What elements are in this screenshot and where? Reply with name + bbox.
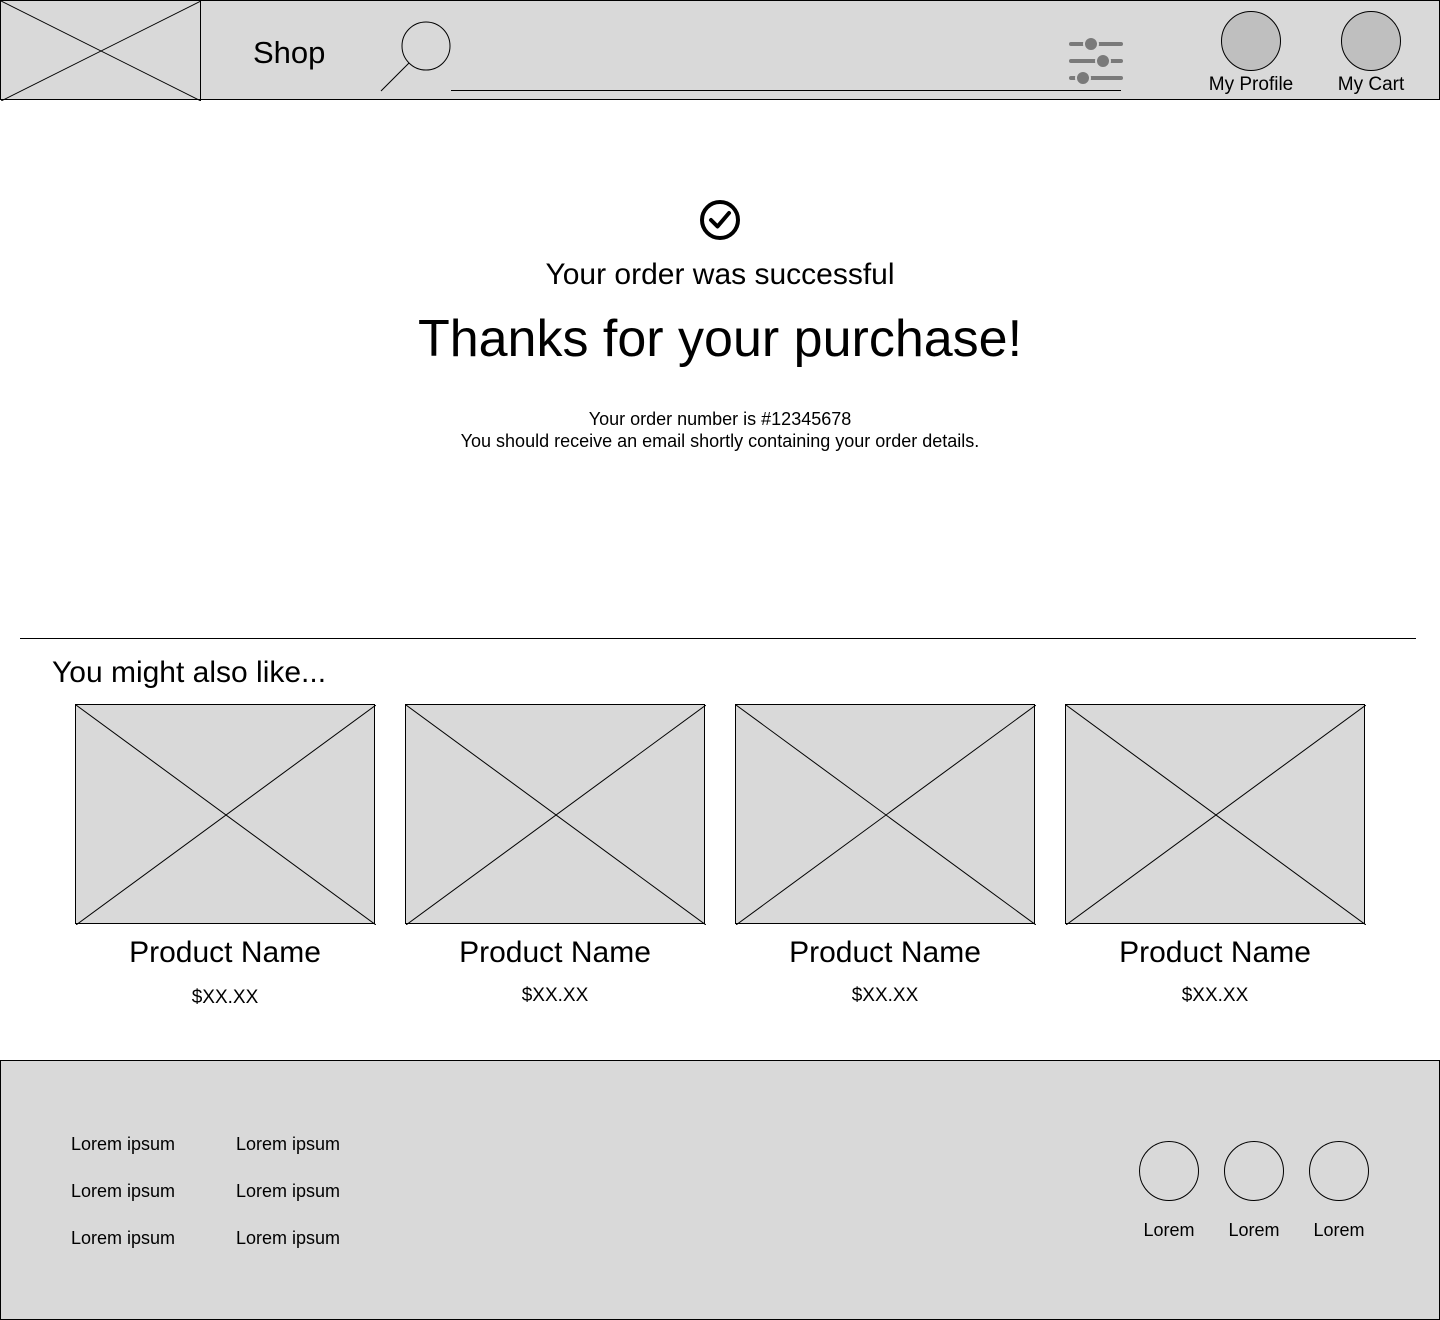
order-success-text: Your order was successful [545,258,895,291]
product-image-placeholder[interactable] [1065,704,1366,925]
product-image-placeholder[interactable] [405,704,706,925]
footer-link[interactable]: Lorem ipsum [236,1133,340,1155]
social-label: Lorem [1313,1220,1365,1240]
product-price: $XX.XX [851,985,919,1006]
product-image-placeholder[interactable] [735,704,1036,925]
social-link[interactable]: Lorem [1214,1141,1294,1251]
image-placeholder-icon [1,1,201,101]
cart-avatar [1341,11,1401,71]
footer-link[interactable]: Lorem ipsum [71,1133,175,1155]
product-card[interactable]: Product Name $XX.XX [75,704,376,1014]
footer-link[interactable]: Lorem ipsum [236,1227,340,1249]
image-placeholder-icon [406,705,706,925]
email-notice-text: You should receive an email shortly cont… [460,431,980,451]
image-placeholder-icon [736,705,1036,925]
footer-link[interactable]: Lorem ipsum [71,1180,175,1202]
check-circle-icon [698,198,742,242]
footer: Lorem ipsum Lorem ipsum Lorem ipsum Lore… [0,1060,1440,1320]
my-cart-label: My Cart [1337,74,1405,95]
social-icon [1139,1141,1199,1201]
product-name[interactable]: Product Name [75,934,375,972]
social-label: Lorem [1228,1220,1280,1240]
search-input[interactable] [451,41,1121,91]
image-placeholder-icon [1066,705,1366,925]
product-name[interactable]: Product Name [735,934,1035,972]
product-card[interactable]: Product Name $XX.XX [405,704,706,1014]
my-profile-label: My Profile [1208,74,1294,95]
product-name[interactable]: Product Name [405,934,705,972]
my-profile-button[interactable]: My Profile [1201,11,1301,99]
shop-title[interactable]: Shop [253,35,325,71]
product-card[interactable]: Product Name $XX.XX [735,704,1036,1014]
search-icon[interactable] [379,19,453,93]
social-link[interactable]: Lorem [1129,1141,1209,1251]
footer-link[interactable]: Lorem ipsum [236,1180,340,1202]
product-price: $XX.XX [1181,985,1249,1006]
footer-link[interactable]: Lorem ipsum [71,1227,175,1249]
social-icon [1224,1141,1284,1201]
social-label: Lorem [1143,1220,1195,1240]
order-info: Your order number is #12345678 You shoul… [0,408,1440,452]
image-placeholder-icon [76,705,376,925]
product-name[interactable]: Product Name [1065,934,1365,972]
order-number-text: Your order number is #12345678 [588,409,852,429]
social-link[interactable]: Lorem [1299,1141,1379,1251]
recommendations-heading: You might also like... [52,656,327,689]
product-image-placeholder[interactable] [75,704,376,925]
social-icon [1309,1141,1369,1201]
my-cart-button[interactable]: My Cart [1321,11,1421,99]
profile-avatar [1221,11,1281,71]
logo-placeholder[interactable] [1,1,201,101]
product-price: $XX.XX [521,985,589,1006]
product-price: $XX.XX [191,987,259,1008]
section-divider [20,638,1416,639]
sliders-icon[interactable] [1069,35,1123,87]
product-card[interactable]: Product Name $XX.XX [1065,704,1366,1014]
header-bar: Shop My Profile My Cart [0,0,1440,101]
thank-you-heading: Thanks for your purchase! [417,310,1023,368]
